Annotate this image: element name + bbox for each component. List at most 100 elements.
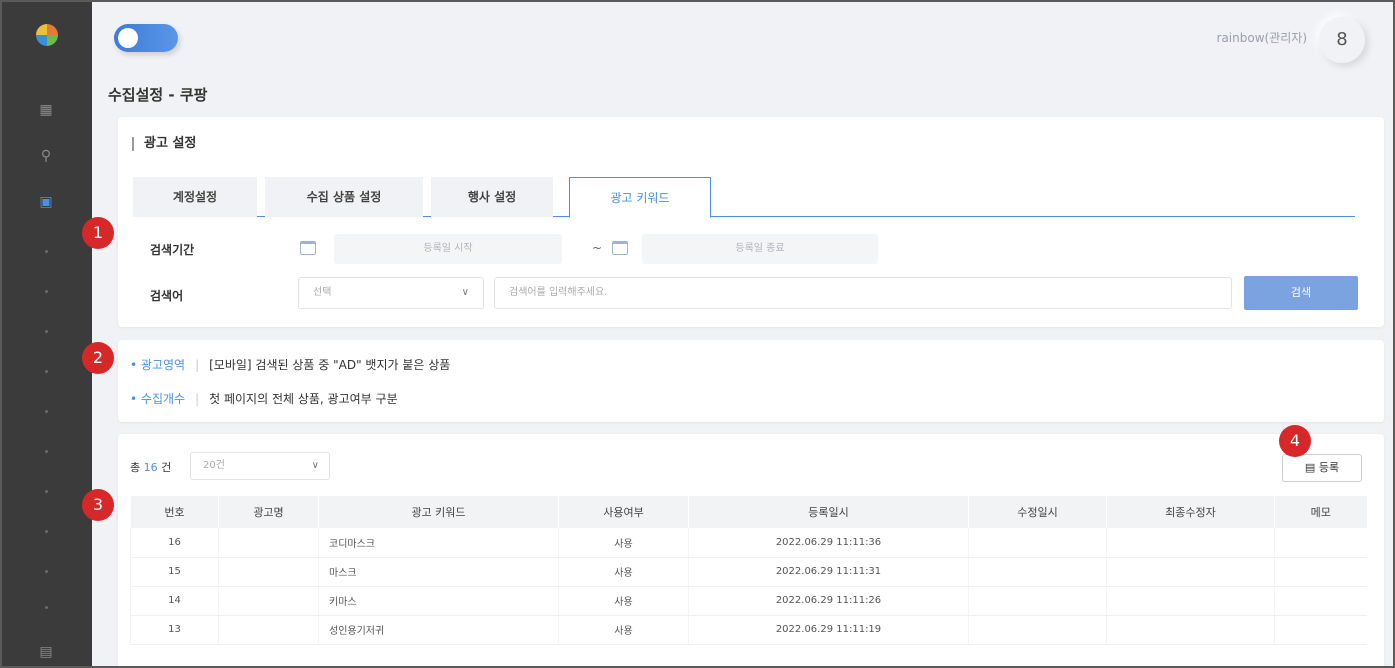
sidebar-sub-item[interactable] [45,290,48,293]
sidebar-sub-item[interactable] [45,410,48,413]
tab-event[interactable]: 행사 설정 [431,177,553,217]
tab-bar: 계정설정 수집 상품 설정 행사 설정 광고 키워드 [133,177,1355,218]
cell-modified [968,586,1107,616]
sidebar-sub-item[interactable] [45,370,48,373]
annotation-badge: 4 [1279,425,1311,457]
cell-created: 2022.06.29 11:11:31 [688,557,969,587]
chart-icon[interactable]: ▦ [36,100,56,120]
cell-modified [968,528,1107,558]
app-frame: ▦ ⚲ ▣ ▤ rainbow(관리자) 8 수집설정 - 쿠팡 광고 설정 계… [0,0,1395,668]
sidebar-sub-item[interactable] [45,450,48,453]
bullet: • [130,392,141,406]
cell-keyword[interactable]: 성인용기저귀 [318,615,559,645]
main-content: rainbow(관리자) 8 수집설정 - 쿠팡 광고 설정 계정설정 수집 상… [92,2,1393,666]
cell-modified [968,557,1107,587]
cell-memo [1274,557,1367,587]
cell-memo [1274,615,1367,645]
cell-no: 15 [130,557,219,587]
cell-keyword[interactable]: 마스크 [318,557,559,587]
range-separator: ~ [592,241,603,255]
column-header[interactable]: 메모 [1274,496,1367,528]
table-row[interactable]: 16 코디마스크 사용 2022.06.29 11:11:36 [130,528,1367,558]
cell-name [218,557,319,587]
chevron-down-icon: ∨ [311,460,319,471]
sidebar-sub-item[interactable] [45,570,48,573]
sidebar-sub-item[interactable] [45,250,48,253]
cell-name [218,586,319,616]
sidebar-toggle[interactable] [114,24,178,52]
chat-icon[interactable]: ▣ [36,192,56,212]
cell-keyword[interactable]: 키마스 [318,586,559,616]
column-header[interactable]: 번호 [130,496,219,528]
cell-use: 사용 [558,557,689,587]
register-button[interactable]: ▤ 등록 [1282,454,1362,482]
cell-editor [1106,586,1275,616]
cell-use: 사용 [558,586,689,616]
search-button[interactable]: 검색 [1244,276,1358,310]
sidebar-sub-item[interactable] [45,330,48,333]
cell-name [218,528,319,558]
cell-memo [1274,528,1367,558]
page-size-value: 20건 [203,460,225,471]
cell-editor [1106,557,1275,587]
tab-account[interactable]: 계정설정 [133,177,257,217]
table-row[interactable]: 15 마스크 사용 2022.06.29 11:11:31 [130,557,1367,587]
search-input[interactable]: 검색어를 입력해주세요. [494,277,1232,309]
toggle-knob [118,28,138,48]
tab-product[interactable]: 수집 상품 설정 [265,177,423,217]
cell-modified [968,615,1107,645]
calendar-icon[interactable] [300,241,316,255]
sidebar-sub-item[interactable] [45,530,48,533]
end-date-input[interactable]: 등록일 종료 [642,234,878,264]
column-header[interactable]: 등록일시 [688,496,969,528]
user-name[interactable]: rainbow(관리자) [1217,29,1307,46]
column-header[interactable]: 수정일시 [968,496,1107,528]
start-date-input[interactable]: 등록일 시작 [334,234,562,264]
info-key: 광고영역 [140,358,186,372]
table-row[interactable]: 13 성인용기저귀 사용 2022.06.29 11:11:19 [130,615,1367,645]
calendar-icon[interactable] [612,241,628,255]
settings-card: 광고 설정 계정설정 수집 상품 설정 행사 설정 광고 키워드 검색기간 등록… [118,117,1384,327]
total-number: 16 [143,461,158,474]
tab-ad-keyword[interactable]: 광고 키워드 [569,177,711,218]
total-count: 총 16 건 [130,459,171,475]
info-value: [모바일] 검색된 상품 중 "AD" 뱃지가 붙은 상품 [209,358,451,372]
annotation-badge: 2 [82,342,114,374]
table-header: 번호 광고명 광고 키워드 사용여부 등록일시 수정일시 최종수정자 메모 [130,496,1367,528]
logo-icon[interactable] [36,24,58,46]
column-header[interactable]: 광고 키워드 [318,496,559,528]
cell-created: 2022.06.29 11:11:36 [688,528,969,558]
separator: | [195,358,200,372]
info-key: 수집개수 [140,392,186,406]
column-header[interactable]: 광고명 [218,496,319,528]
sidebar: ▦ ⚲ ▣ ▤ [2,2,92,666]
search-type-select[interactable]: 선택 ∨ [298,277,484,309]
sidebar-sub-item[interactable] [45,606,48,609]
keyword-table: 번호 광고명 광고 키워드 사용여부 등록일시 수정일시 최종수정자 메모 16 [130,496,1367,645]
list-card: 총 16 건 20건 ∨ ▤ 등록 번호 광고명 광고 키워드 사용여부 등록일… [118,434,1384,666]
cell-no: 14 [130,586,219,616]
annotation-badge: 3 [82,489,114,521]
search-icon[interactable]: ⚲ [36,146,56,166]
keyword-label: 검색어 [150,289,184,303]
cell-use: 사용 [558,528,689,558]
section-title: 광고 설정 [132,137,196,151]
document-icon[interactable]: ▤ [36,642,56,662]
register-label: 등록 [1318,461,1340,474]
cell-keyword[interactable]: 코디마스크 [318,528,559,558]
column-header[interactable]: 최종수정자 [1106,496,1275,528]
total-prefix: 총 [130,461,141,474]
page-size-select[interactable]: 20건 ∨ [190,452,330,480]
page-title: 수집설정 - 쿠팡 [108,86,208,104]
info-value: 첫 페이지의 전체 상품, 광고여부 구분 [209,392,398,406]
avatar[interactable]: 8 [1319,17,1365,63]
select-value: 선택 [313,287,332,298]
column-header[interactable]: 사용여부 [558,496,689,528]
document-add-icon: ▤ [1304,461,1316,474]
bullet: • [130,358,141,372]
info-line-count: • 수집개수 | 첫 페이지의 전체 상품, 광고여부 구분 [130,390,398,407]
cell-memo [1274,586,1367,616]
info-line-area: • 광고영역 | [모바일] 검색된 상품 중 "AD" 뱃지가 붙은 상품 [130,356,450,373]
sidebar-sub-item[interactable] [45,490,48,493]
table-row[interactable]: 14 키마스 사용 2022.06.29 11:11:26 [130,586,1367,616]
